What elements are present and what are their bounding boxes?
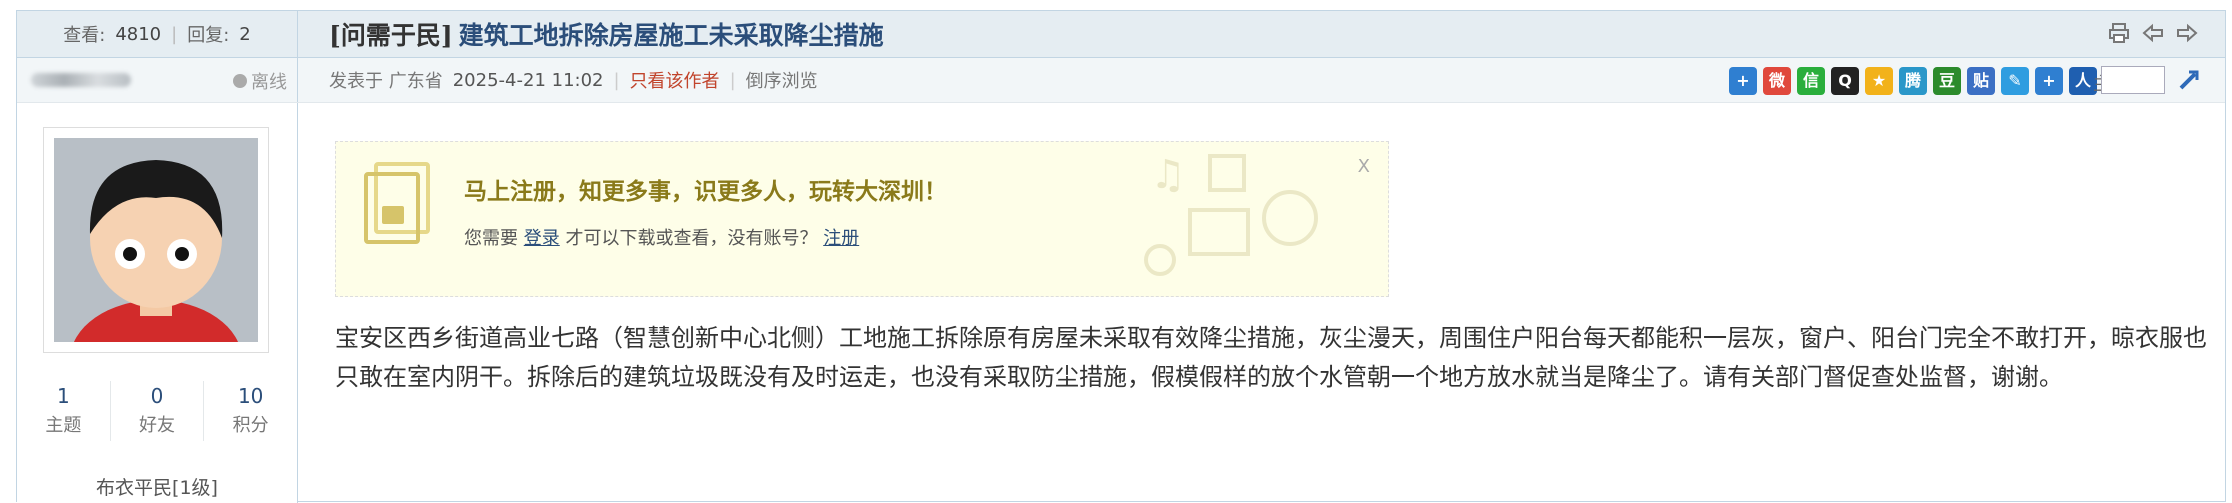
share-toolbar: + 微信 Q ★ 腾豆贴 ✎ + 人	[1729, 67, 2097, 95]
user-rank[interactable]: 布衣平民[1级]	[17, 473, 297, 500]
author-sidebar: 1 主题 0 好友 10 积分 布衣平民[1级]	[17, 103, 298, 503]
offline-icon	[233, 74, 247, 88]
notice-text: 您需要 登录 才可以下载或查看，没有账号？ 注册	[464, 224, 859, 250]
lock-body-icon	[382, 206, 404, 224]
wechat-icon[interactable]: 信	[1797, 67, 1825, 95]
note-icon[interactable]: ✎	[2001, 67, 2029, 95]
post-datetime: 2025-4-21 11:02	[452, 69, 604, 91]
meta-divider: |	[729, 69, 736, 91]
replies-label: 回复:	[187, 25, 230, 46]
only-author-link[interactable]: 只看该作者	[630, 67, 720, 93]
floor-jump-input[interactable]	[2101, 66, 2165, 94]
thread-title-text: 建筑工地拆除房屋施工未采取降尘措施	[458, 21, 884, 50]
post-meta: 发表于 广东省 2025-4-21 11:02 | 只看该作者 | 倒序浏览	[329, 58, 818, 102]
views-count: 4810	[115, 23, 162, 45]
qzone-icon[interactable]: ★	[1865, 67, 1893, 95]
thread-category-tag[interactable]: [问需于民]	[329, 16, 453, 52]
user-stat-value: 1	[56, 384, 70, 408]
douban-icon[interactable]: 豆	[1933, 67, 1961, 95]
tencent-weibo-icon[interactable]: 腾	[1899, 67, 1927, 95]
notice-text-prefix: 您需要	[464, 228, 518, 249]
header-tools	[2107, 21, 2199, 45]
register-link[interactable]: 注册	[823, 228, 859, 249]
views-label: 查看:	[63, 25, 106, 46]
weibo-icon[interactable]: 微	[1763, 67, 1791, 95]
user-stat-label: 积分	[232, 415, 269, 436]
user-stat[interactable]: 0 好友	[111, 381, 205, 441]
replies-count: 2	[239, 23, 251, 45]
jump-go-icon[interactable]	[2175, 66, 2203, 94]
user-stat-value: 10	[237, 384, 264, 408]
author-name-blurred[interactable]	[31, 73, 131, 87]
author-bar: 离线	[17, 58, 298, 102]
thread-title: [问需于民] 建筑工地拆除房屋施工未采取降尘措施	[329, 11, 884, 57]
post-body: 宝安区西乡街道高业七路（智慧创新中心北侧）工地施工拆除原有房屋未采取有效降尘措施…	[335, 324, 2207, 391]
media-decoration-icon: ♫	[1144, 152, 1318, 276]
user-stats: 1 主题 0 好友 10 积分	[17, 381, 297, 441]
notice-text-mid: 才可以下载或查看，没有账号？	[565, 228, 818, 249]
tieba-icon[interactable]: 贴	[1967, 67, 1995, 95]
previous-thread-icon[interactable]	[2141, 21, 2165, 45]
user-stat-value: 0	[150, 384, 164, 408]
more-share-icon[interactable]: +	[2035, 67, 2063, 95]
posted-location: 发表于 广东省	[329, 71, 443, 92]
thread-stats: 查看: 4810 | 回复: 2	[17, 11, 298, 57]
online-status-text: 离线	[251, 72, 287, 93]
notice-close-button[interactable]: X	[1358, 156, 1370, 177]
plus-share-icon[interactable]: +	[1729, 67, 1757, 95]
login-link[interactable]: 登录	[524, 228, 560, 249]
notice-headline: 马上注册，知更多事，识更多人，玩转大深圳！	[464, 178, 947, 205]
login-notice: 马上注册，知更多事，识更多人，玩转大深圳！ 您需要 登录 才可以下载或查看，没有…	[335, 141, 1389, 297]
print-icon[interactable]	[2107, 21, 2131, 45]
meta-divider: |	[613, 69, 620, 91]
svg-text:♫: ♫	[1150, 152, 1186, 198]
avatar-image	[54, 138, 258, 342]
post-header: 查看: 4810 | 回复: 2 [问需于民] 建筑工地拆除房屋施工未采取降尘措…	[17, 11, 2225, 58]
stats-divider: |	[171, 23, 178, 45]
next-thread-icon[interactable]	[2175, 21, 2199, 45]
user-stat-label: 主题	[45, 415, 82, 436]
reverse-order-link[interactable]: 倒序浏览	[746, 67, 818, 93]
qq-icon[interactable]: Q	[1831, 67, 1859, 95]
user-stat[interactable]: 1 主题	[17, 381, 111, 441]
user-stat-label: 好友	[139, 415, 175, 436]
post-container: 查看: 4810 | 回复: 2 [问需于民] 建筑工地拆除房屋施工未采取降尘措…	[16, 10, 2226, 503]
online-status: 离线	[233, 68, 287, 94]
post-meta-bar: 离线 发表于 广东省 2025-4-21 11:02 | 只看该作者 | 倒序浏…	[17, 58, 2225, 103]
avatar[interactable]	[43, 127, 269, 353]
user-stat[interactable]: 10 积分	[204, 381, 297, 441]
